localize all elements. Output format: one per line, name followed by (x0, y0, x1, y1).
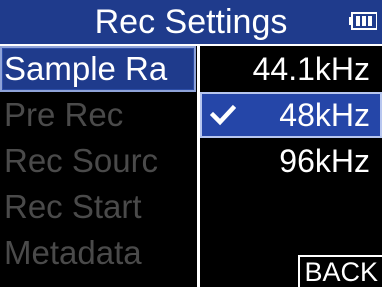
option-48khz[interactable]: 48kHz (200, 92, 382, 138)
option-44-1khz[interactable]: 44.1kHz (200, 46, 382, 92)
menu-item-rec-source[interactable]: Rec Sourc (0, 138, 196, 184)
menu-item-sample-rate[interactable]: Sample Ra (0, 46, 196, 92)
menu-item-rec-start[interactable]: Rec Start (0, 184, 196, 230)
options-panel: 44.1kHz 48kHz 96kHz BACK (200, 46, 382, 287)
menu-item-metadata[interactable]: Metadata (0, 230, 196, 276)
title-bar: Rec Settings (0, 0, 382, 46)
device-screen: Rec Settings Sample Ra Pre Rec Rec Sourc… (0, 0, 382, 287)
option-label: 44.1kHz (252, 51, 370, 87)
battery-full-icon (349, 12, 377, 30)
option-96khz[interactable]: 96kHz (200, 138, 382, 184)
menu-item-pre-rec[interactable]: Pre Rec (0, 92, 196, 138)
page-title: Rec Settings (94, 3, 288, 41)
option-label: 48kHz (279, 97, 370, 133)
settings-menu: Sample Ra Pre Rec Rec Sourc Rec Start Me… (0, 46, 196, 287)
option-label: 96kHz (279, 143, 370, 179)
checkmark-icon (210, 104, 236, 126)
back-button[interactable]: BACK (298, 255, 382, 287)
